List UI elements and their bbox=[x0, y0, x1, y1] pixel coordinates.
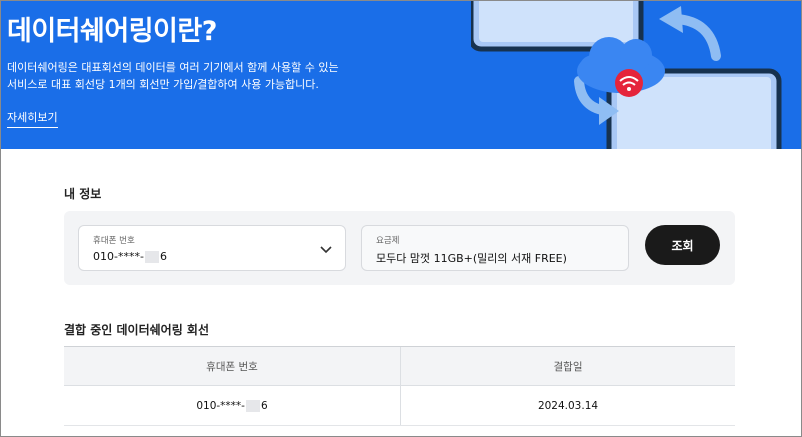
banner-title: 데이터쉐어링이란? bbox=[7, 16, 217, 47]
column-header-date: 결합일 bbox=[400, 347, 735, 385]
row-phone-prefix: 010-****- bbox=[196, 399, 245, 412]
row-phone-suffix: 6 bbox=[260, 399, 268, 412]
phone-number-value: 010-****- 6 bbox=[93, 250, 167, 263]
combined-lines-title: 결합 중인 데이터쉐어링 회선 bbox=[64, 323, 210, 337]
phone-number-prefix: 010-****- bbox=[93, 250, 144, 263]
phones-cloud-illustration bbox=[471, 1, 782, 149]
banner-desc-line-2: 서비스로 대표 회선당 1개의 회선만 가입/결합하여 사용 가능합니다. bbox=[7, 78, 319, 91]
my-info-panel: 휴대폰 번호 010-****- 6 요금제 모두다 맘껏 11GB+(밀리의 서… bbox=[64, 211, 735, 285]
banner-description: 데이터쉐어링은 대표회선의 데이터를 여러 기기에서 함께 사용할 수 있는 서… bbox=[7, 59, 367, 93]
data-sharing-banner: 데이터쉐어링이란? 데이터쉐어링은 대표회선의 데이터를 여러 기기에서 함께 … bbox=[1, 1, 801, 149]
my-info-title: 내 정보 bbox=[64, 187, 102, 201]
sync-arrow-top-head-icon bbox=[659, 6, 683, 33]
rate-plan-field: 요금제 모두다 맘껏 11GB+(밀리의 서재 FREE) bbox=[361, 225, 629, 271]
table-header: 휴대폰 번호 결합일 bbox=[64, 346, 735, 386]
masked-digits bbox=[144, 251, 159, 263]
rate-plan-label: 요금제 bbox=[376, 236, 400, 246]
page-frame: 데이터쉐어링이란? 데이터쉐어링은 대표회선의 데이터를 여러 기기에서 함께 … bbox=[0, 0, 802, 437]
detail-link[interactable]: 자세히보기 bbox=[7, 109, 58, 128]
wifi-badge-icon bbox=[615, 69, 643, 97]
masked-digits bbox=[245, 399, 260, 412]
row-combined-date: 2024.03.14 bbox=[400, 386, 735, 425]
phone-number-suffix: 6 bbox=[159, 250, 167, 263]
phone-number-select[interactable]: 휴대폰 번호 010-****- 6 bbox=[78, 225, 346, 271]
phone-number-label: 휴대폰 번호 bbox=[93, 236, 135, 246]
banner-desc-line-1: 데이터쉐어링은 대표회선의 데이터를 여러 기기에서 함께 사용할 수 있는 bbox=[7, 61, 339, 74]
row-phone-number: 010-****- 6 bbox=[64, 386, 400, 425]
column-header-phone: 휴대폰 번호 bbox=[206, 360, 258, 373]
rate-plan-value: 모두다 맘껏 11GB+(밀리의 서재 FREE) bbox=[376, 252, 567, 265]
lookup-button[interactable]: 조회 bbox=[645, 225, 720, 265]
chevron-down-icon bbox=[320, 246, 332, 254]
table-row: 010-****- 6 2024.03.14 bbox=[64, 386, 735, 426]
